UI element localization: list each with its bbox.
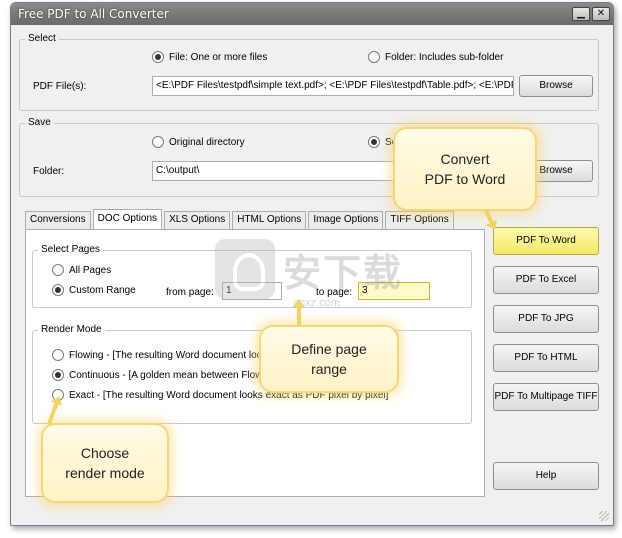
close-button[interactable]: ✕ bbox=[592, 7, 610, 21]
save-legend: Save bbox=[25, 117, 54, 128]
radio-original-directory[interactable]: Original directory bbox=[152, 136, 245, 148]
callout-line: Choose bbox=[80, 445, 130, 461]
resize-grip-icon[interactable] bbox=[599, 511, 609, 521]
render-mode-legend: Render Mode bbox=[38, 324, 105, 335]
folder-label: Folder: bbox=[33, 166, 65, 177]
window-title: Free PDF to All Converter bbox=[18, 7, 169, 21]
callout-line: Convert bbox=[440, 151, 490, 167]
radio-file-label: File: One or more files bbox=[169, 51, 268, 63]
radio-custom-range[interactable]: Custom Range bbox=[52, 284, 136, 296]
range-callout: Define page range bbox=[259, 325, 399, 393]
all-pages-label: All Pages bbox=[69, 264, 112, 276]
select-group bbox=[19, 39, 599, 111]
convert-callout: Convert PDF to Word bbox=[393, 127, 537, 211]
pdf-to-jpg-button[interactable]: PDF To JPG bbox=[493, 305, 599, 333]
callout-line: PDF to Word bbox=[424, 171, 506, 187]
pdf-to-word-button[interactable]: PDF To Word bbox=[493, 227, 599, 255]
pdf-to-html-button[interactable]: PDF To HTML bbox=[493, 344, 599, 372]
flowing-label: Flowing - [The resulting Word document l… bbox=[69, 349, 263, 361]
radio-folder[interactable]: Folder: Includes sub-folder bbox=[368, 51, 503, 63]
callout-line: Define page bbox=[291, 341, 367, 357]
radio-unchecked-icon bbox=[52, 264, 64, 276]
pdf-to-excel-button[interactable]: PDF To Excel bbox=[493, 266, 599, 294]
select-pages-legend: Select Pages bbox=[38, 244, 103, 255]
tab-conversions[interactable]: Conversions bbox=[25, 211, 91, 229]
continuous-label: Continuous - [A golden mean between Flow bbox=[69, 369, 263, 381]
pdf-files-label: PDF File(s): bbox=[33, 81, 87, 92]
radio-checked-icon bbox=[368, 136, 380, 148]
shield-logo-icon bbox=[215, 239, 275, 299]
radio-checked-icon bbox=[152, 51, 164, 63]
tab-html-options[interactable]: HTML Options bbox=[232, 211, 307, 229]
radio-unchecked-icon bbox=[52, 349, 64, 361]
help-button[interactable]: Help bbox=[493, 462, 599, 490]
radio-folder-label: Folder: Includes sub-folder bbox=[385, 51, 504, 63]
radio-flowing[interactable]: Flowing - [The resulting Word document l… bbox=[52, 349, 262, 361]
radio-file[interactable]: File: One or more files bbox=[152, 51, 267, 63]
callout-line: range bbox=[311, 361, 347, 377]
convert-pointer bbox=[483, 208, 495, 226]
tab-image-options[interactable]: Image Options bbox=[308, 211, 384, 229]
radio-checked-icon bbox=[52, 284, 64, 296]
watermark-text: 安下载 bbox=[283, 250, 404, 295]
pdf-to-multipage-tiff-button[interactable]: PDF To Multipage TIFF bbox=[493, 383, 599, 411]
select-legend: Select bbox=[25, 33, 59, 44]
app-window: Free PDF to All Converter ▁ ✕ Select Fil… bbox=[10, 2, 614, 526]
radio-checked-icon bbox=[52, 369, 64, 381]
tab-xls-options[interactable]: XLS Options bbox=[164, 211, 231, 229]
radio-original-label: Original directory bbox=[169, 136, 245, 148]
minimize-button[interactable]: ▁ bbox=[572, 7, 590, 21]
radio-all-pages[interactable]: All Pages bbox=[52, 264, 111, 276]
title-bar: Free PDF to All Converter ▁ ✕ bbox=[11, 3, 613, 25]
tab-doc-options[interactable]: DOC Options bbox=[92, 209, 163, 229]
pdf-files-input[interactable]: <E:\PDF Files\testpdf\simple text.pdf>; … bbox=[152, 76, 514, 96]
from-page-label: from page: bbox=[166, 287, 214, 298]
radio-unchecked-icon bbox=[152, 136, 164, 148]
options-tabs: Conversions DOC Options XLS Options HTML… bbox=[25, 209, 456, 229]
radio-continuous[interactable]: Continuous - [A golden mean between Flow bbox=[52, 369, 262, 381]
range-pointer bbox=[297, 305, 301, 325]
folder-input[interactable]: C:\output\ bbox=[152, 161, 402, 181]
browse-files-button[interactable]: Browse bbox=[519, 75, 593, 97]
render-callout: Choose render mode bbox=[41, 423, 169, 503]
radio-unchecked-icon bbox=[368, 51, 380, 63]
tab-tiff-options[interactable]: TIFF Options bbox=[385, 211, 454, 229]
custom-range-label: Custom Range bbox=[69, 284, 136, 296]
callout-line: render mode bbox=[65, 465, 145, 481]
